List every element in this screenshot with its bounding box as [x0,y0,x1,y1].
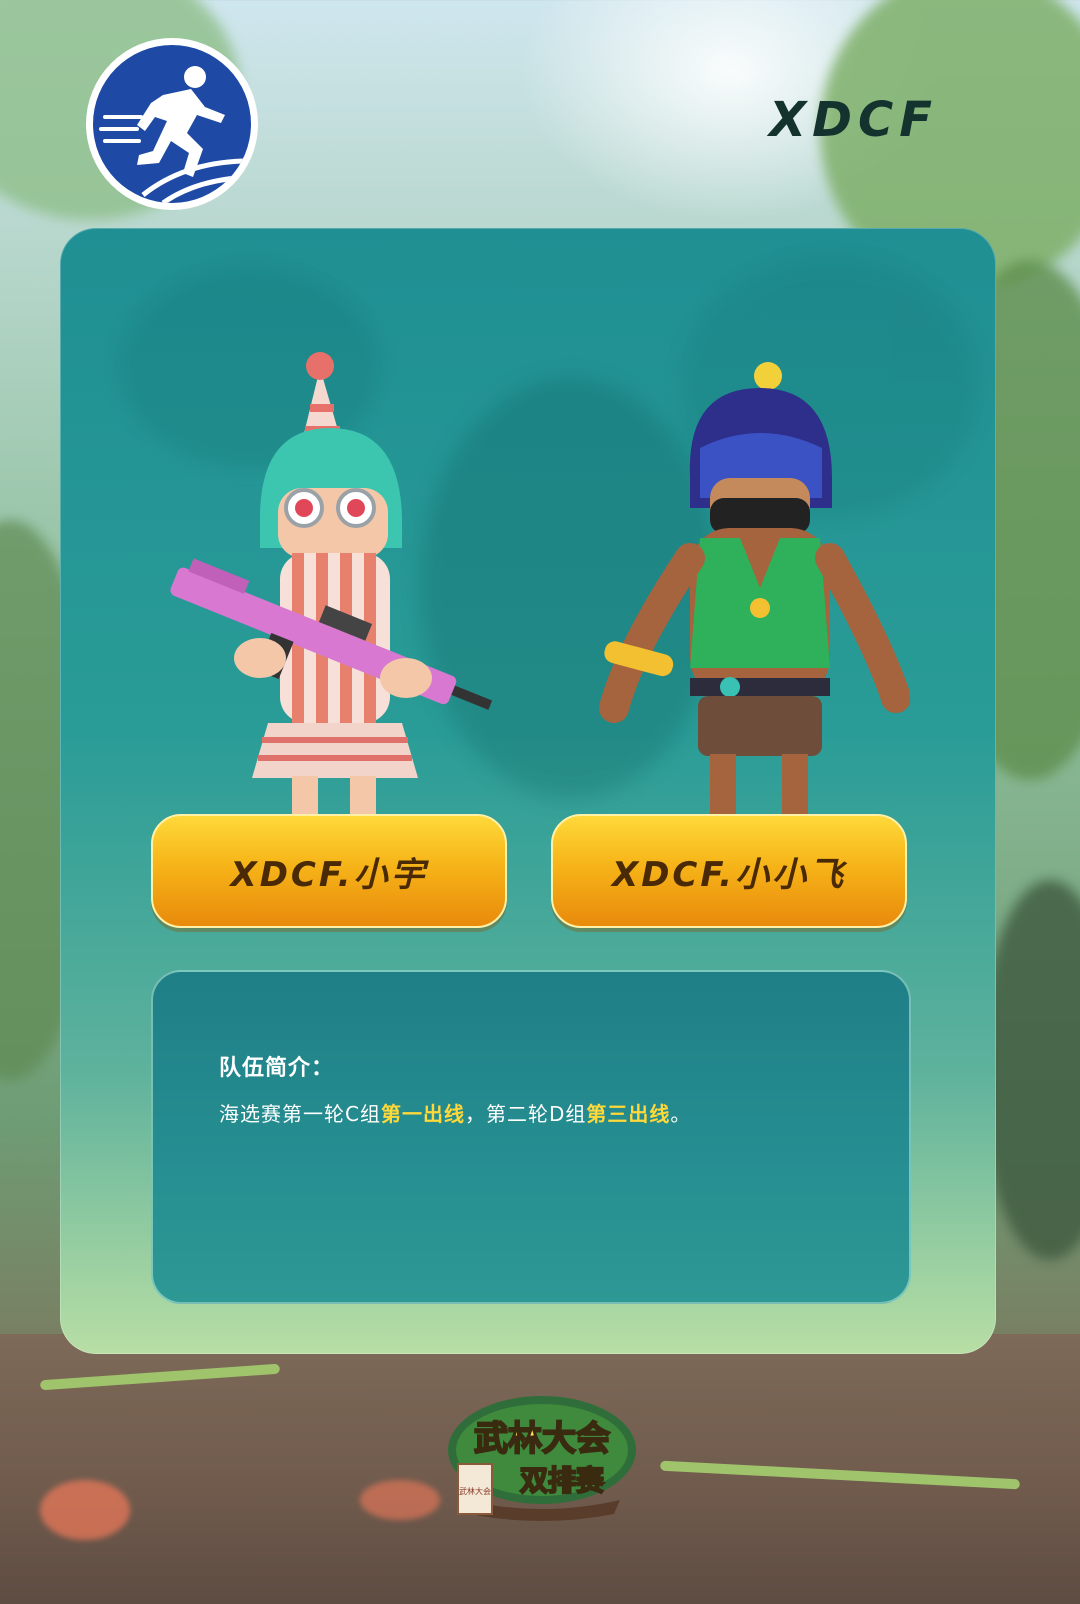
intro-highlight-1: 第一出线 [380,1102,465,1126]
player-avatar-right [550,348,911,818]
event-logo: 武林大会 双排赛 武林大会 [444,1390,640,1522]
intro-heading: 队伍简介： [219,1056,335,1081]
event-logo-seal: 武林大会 [459,1486,491,1496]
running-man-icon [99,66,251,203]
intro-text: 海选赛第一轮C组第一出线，第二轮D组第三出线。 [219,1098,691,1127]
player-avatar-left [150,348,510,818]
player-name-button-left[interactable]: XDCF.小宇 [151,814,507,928]
intro-highlight-2: 第三出线 [586,1102,671,1126]
event-logo-subtitle: 双排赛 [520,1464,605,1497]
team-logo [86,38,258,210]
intro-text-part-2: ，第二轮D组 [464,1102,587,1126]
team-card: XDCF.小宇 XDCF.小小飞 队伍简介： 海选赛第一轮C组第一出线，第二轮D… [60,228,996,1354]
intro-text-part-3: 。 [670,1102,692,1126]
team-intro-panel: 队伍简介： 海选赛第一轮C组第一出线，第二轮D组第三出线。 [151,970,911,1304]
player-name-button-right[interactable]: XDCF.小小飞 [551,814,907,928]
team-title: XDCF [769,92,938,148]
event-logo-title: 武林大会 [474,1419,610,1459]
intro-text-part-1: 海选赛第一轮C组 [219,1102,381,1126]
